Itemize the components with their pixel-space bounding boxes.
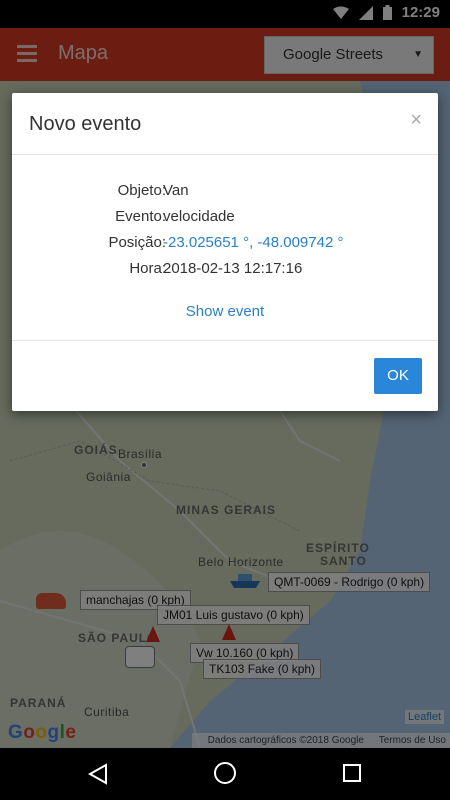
- dialog-header: Novo evento ×: [12, 93, 438, 155]
- back-icon[interactable]: [88, 763, 108, 785]
- field-label: Evento:: [115, 208, 166, 225]
- dialog-body: Objeto: Van Evento: velocidade Posição: …: [12, 155, 438, 341]
- position-link[interactable]: -23.025651 °, -48.009742 °: [163, 234, 343, 251]
- show-event-link[interactable]: Show event: [12, 303, 438, 320]
- recent-apps-icon[interactable]: [343, 764, 361, 782]
- ok-button[interactable]: OK: [374, 358, 422, 394]
- field-value: velocidade: [163, 208, 235, 225]
- field-value: Van: [163, 182, 189, 199]
- navigation-bar: [0, 748, 450, 800]
- home-icon[interactable]: [214, 762, 236, 784]
- field-label: Hora:: [129, 260, 166, 277]
- dialog-title: Novo evento: [29, 113, 142, 135]
- close-icon[interactable]: ×: [410, 109, 422, 132]
- field-label: Objeto:: [117, 182, 166, 199]
- field-value: 2018-02-13 12:17:16: [163, 260, 303, 277]
- field-label: Posição:: [108, 234, 166, 251]
- event-dialog: Novo evento × Objeto: Van Evento: veloci…: [12, 93, 438, 411]
